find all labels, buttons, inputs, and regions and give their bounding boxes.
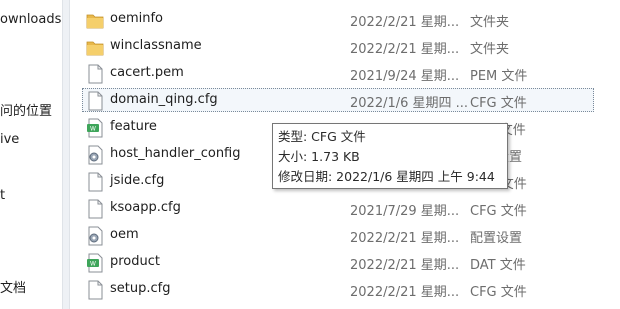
document-icon xyxy=(86,280,104,300)
file-type: CFG 文件 xyxy=(470,96,527,111)
nav-item-documents[interactable]: 文档 xyxy=(0,277,26,296)
file-row[interactable]: cacert.pem 2021/9/24 星期... PEM 文件 2 xyxy=(82,61,620,88)
file-info-tooltip: 类型: CFG 文件 大小: 1.73 KB 修改日期: 2022/1/6 星期… xyxy=(272,123,508,189)
file-row[interactable]: W product 2022/2/21 星期... DAT 文件 xyxy=(82,250,620,277)
file-type: PEM 文件 xyxy=(470,69,528,84)
file-date: 2021/7/29 星期... xyxy=(350,204,460,219)
file-date: 2021/9/24 星期... xyxy=(350,69,460,84)
svg-text:W: W xyxy=(90,126,96,133)
navigation-pane: ownloads 问的位置 ive t 文档 xyxy=(0,0,62,309)
file-date: 2022/2/21 星期... xyxy=(350,42,460,57)
file-name: cacert.pem xyxy=(110,65,184,80)
settings-file-icon xyxy=(86,226,104,246)
file-name: setup.cfg xyxy=(110,281,171,296)
file-date: 2022/2/21 星期... xyxy=(350,258,460,273)
file-name: oeminfo xyxy=(110,11,163,26)
dat-file-icon: W xyxy=(86,118,104,138)
file-date: 2022/2/21 星期... xyxy=(350,15,460,30)
nav-item-t[interactable]: t xyxy=(0,188,5,203)
folder-icon xyxy=(86,10,104,30)
document-icon xyxy=(86,199,104,219)
tooltip-modified: 修改日期: 2022/1/6 星期四 上午 9:44 xyxy=(278,169,495,184)
nav-item-recent-places[interactable]: 问的位置 xyxy=(0,100,52,119)
file-row-selected[interactable]: domain_qing.cfg 2022/1/6 星期四 ... CFG 文件 xyxy=(82,88,620,115)
document-icon xyxy=(86,91,104,111)
file-name: jside.cfg xyxy=(110,173,165,188)
file-row[interactable]: ksoapp.cfg 2021/7/29 星期... CFG 文件 xyxy=(82,196,620,223)
dat-file-icon: W xyxy=(86,253,104,273)
file-type: 配置设置 xyxy=(470,231,523,246)
file-name: product xyxy=(110,254,161,269)
file-type: DAT 文件 xyxy=(470,258,526,273)
nav-item-downloads[interactable]: ownloads xyxy=(0,12,61,27)
file-date: 2022/2/21 星期... xyxy=(350,285,460,300)
folder-icon xyxy=(86,37,104,57)
document-icon xyxy=(86,64,104,84)
file-row[interactable]: oem 2022/2/21 星期... 配置设置 xyxy=(82,223,620,250)
file-type: CFG 文件 xyxy=(470,285,527,300)
file-name: oem xyxy=(110,227,139,242)
nav-item-drive[interactable]: ive xyxy=(0,132,19,147)
file-name: host_handler_config xyxy=(110,146,241,161)
file-row[interactable]: setup.cfg 2022/2/21 星期... CFG 文件 xyxy=(82,277,620,304)
file-date: 2022/2/21 星期... xyxy=(350,231,460,246)
file-type: 文件夹 xyxy=(470,15,510,30)
file-name: winclassname xyxy=(110,38,202,53)
file-date: 2022/1/6 星期四 ... xyxy=(350,96,469,111)
pane-divider[interactable] xyxy=(62,0,70,309)
file-type: 文件夹 xyxy=(470,42,510,57)
file-row[interactable]: oeminfo 2022/2/21 星期... 文件夹 xyxy=(82,7,620,34)
file-name: ksoapp.cfg xyxy=(110,200,181,215)
settings-file-icon xyxy=(86,145,104,165)
file-row[interactable]: winclassname 2022/2/21 星期... 文件夹 xyxy=(82,34,620,61)
file-type: CFG 文件 xyxy=(470,204,527,219)
svg-text:W: W xyxy=(90,261,96,268)
file-name: domain_qing.cfg xyxy=(110,92,218,107)
tooltip-type: 类型: CFG 文件 xyxy=(278,129,366,144)
tooltip-size: 大小: 1.73 KB xyxy=(278,149,360,164)
document-icon xyxy=(86,172,104,192)
file-name: feature xyxy=(110,119,157,134)
